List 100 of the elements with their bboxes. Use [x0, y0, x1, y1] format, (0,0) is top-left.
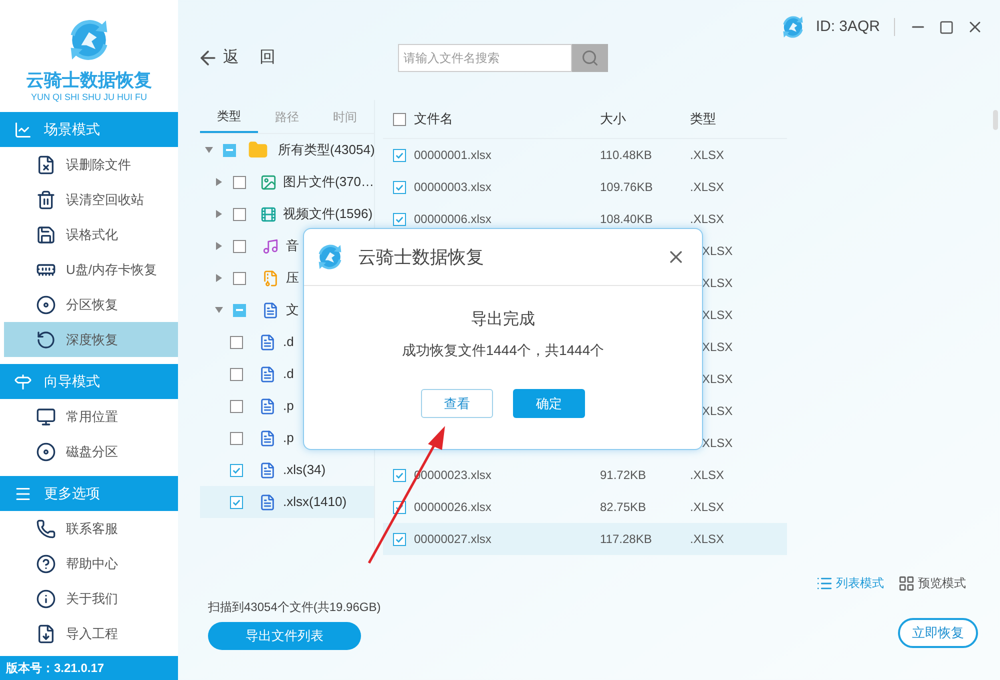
- checkmark-icon: [395, 502, 404, 512]
- search-icon: [581, 49, 600, 67]
- column-header: 文件名: [414, 110, 454, 128]
- file-type-cell-text: XLSX: [702, 371, 733, 388]
- tree-item-label[interactable]: 压: [286, 268, 299, 288]
- checkbox[interactable]: [230, 496, 243, 508]
- checkbox[interactable]: [233, 272, 246, 284]
- info-icon: [36, 588, 56, 608]
- document-icon: [258, 430, 276, 446]
- tree-tab[interactable]: 类型: [200, 100, 258, 133]
- document-icon: [262, 302, 278, 318]
- checkbox[interactable]: [233, 304, 246, 316]
- maximize-icon[interactable]: [939, 20, 954, 34]
- file-type-cell-text: XLSX: [702, 243, 733, 260]
- help-icon: [36, 554, 56, 574]
- expand-arrow-icon[interactable]: [215, 274, 223, 282]
- collapse-arrow-icon[interactable]: [205, 146, 213, 154]
- import-icon: [36, 624, 56, 644]
- sidebar-item[interactable]: U盘/内存卡恢复: [4, 252, 178, 287]
- sidebar-item[interactable]: 关于我们: [4, 581, 178, 616]
- tree-item-label[interactable]: .p: [283, 428, 294, 448]
- expand-arrow-icon[interactable]: [215, 210, 223, 218]
- checkbox[interactable]: [223, 144, 236, 156]
- checkbox[interactable]: [393, 112, 406, 126]
- file-size-cell-text: 82.75KB: [600, 499, 648, 516]
- sidebar-item[interactable]: 误删除文件: [4, 147, 178, 182]
- tree-item-label[interactable]: 所有类型(43054): [278, 140, 375, 160]
- video-icon: [260, 206, 277, 222]
- document-icon: [258, 366, 276, 382]
- file-name-cell-text: 00000027.xlsx: [414, 531, 492, 548]
- checkbox[interactable]: [230, 432, 243, 444]
- sidebar-item[interactable]: 分区恢复: [4, 287, 178, 322]
- view-button[interactable]: 查看: [421, 389, 493, 418]
- checkbox[interactable]: [230, 336, 243, 348]
- file-type-cell-text: .XLSX: [690, 531, 724, 548]
- file-size-cell-text: 117.28KB: [600, 531, 653, 548]
- checkbox[interactable]: [393, 212, 406, 226]
- checkbox[interactable]: [233, 176, 246, 188]
- version-label: 版本号：3.21.0.17: [6, 660, 104, 677]
- file-delete-icon: [36, 154, 56, 174]
- checkbox[interactable]: [393, 532, 406, 546]
- music-icon: [262, 238, 278, 254]
- checkbox[interactable]: [233, 208, 246, 220]
- file-name-cell-text: 00000026.xlsx: [414, 499, 492, 516]
- checkbox[interactable]: [230, 368, 243, 380]
- checkmark-icon: [395, 214, 404, 224]
- file-type-cell-text: .XLSX: [690, 467, 724, 484]
- tree-item-label[interactable]: 文: [286, 300, 299, 320]
- sidebar-item[interactable]: 磁盘分区: [4, 434, 178, 469]
- file-type-cell-text: XLSX: [702, 307, 733, 324]
- checkbox[interactable]: [233, 240, 246, 252]
- column-header: 类型: [690, 110, 716, 128]
- collapse-arrow-icon[interactable]: [215, 306, 223, 314]
- checkbox[interactable]: [230, 464, 243, 476]
- expand-arrow-icon[interactable]: [215, 242, 223, 250]
- tree-item-label[interactable]: .d: [283, 332, 294, 352]
- document-icon: [258, 494, 276, 510]
- file-type-cell-text: XLSX: [702, 275, 733, 292]
- user-id: ID: 3AQR: [816, 16, 880, 37]
- sidebar-item[interactable]: 误格式化: [4, 217, 178, 252]
- document-icon: [258, 398, 276, 414]
- archive-icon: [262, 270, 278, 286]
- monitor-icon: [36, 406, 56, 426]
- file-size-cell-text: 109.76KB: [600, 179, 654, 196]
- scan-summary: 扫描到43054个文件(共19.96GB): [208, 599, 381, 616]
- tree-item-label[interactable]: 图片文件(370…: [283, 172, 374, 192]
- signpost-icon: [14, 372, 32, 390]
- tree-item-label[interactable]: 视频文件(1596): [283, 204, 373, 224]
- chart-icon: [14, 120, 32, 138]
- view-mode-toggle[interactable]: 预览模式: [898, 574, 966, 592]
- search-field[interactable]: 请输入文件名搜索: [398, 44, 572, 72]
- sidebar-item[interactable]: 误清空回收站: [4, 182, 178, 217]
- sidebar-item[interactable]: 常用位置: [4, 399, 178, 434]
- tree-item-label[interactable]: .d: [283, 364, 294, 384]
- grid-icon: [898, 574, 915, 592]
- checkbox[interactable]: [393, 180, 406, 194]
- tree-item-label[interactable]: .p: [283, 396, 294, 416]
- checkbox[interactable]: [230, 400, 243, 412]
- recover-now-button[interactable]: 立即恢复: [898, 618, 978, 648]
- disk-icon: [36, 294, 56, 314]
- sidebar-item[interactable]: 联系客服: [4, 511, 178, 546]
- sidebar-item[interactable]: 深度恢复: [4, 322, 178, 357]
- file-size-cell-text: 91.72KB: [600, 467, 648, 484]
- tree-item-label[interactable]: .xls(34): [283, 460, 326, 480]
- file-type-cell-text: .XLSX: [690, 179, 724, 196]
- column-header: 大小: [600, 110, 627, 128]
- search-button[interactable]: [572, 44, 608, 72]
- checkmark-icon: [395, 150, 404, 160]
- disk-icon: [36, 442, 56, 462]
- tree-item-label[interactable]: 音: [286, 236, 299, 256]
- sidebar-item[interactable]: 导入工程: [4, 616, 178, 651]
- scrollbar[interactable]: [993, 110, 998, 130]
- checkbox[interactable]: [393, 148, 406, 162]
- back-button[interactable]: 返 回: [197, 46, 276, 70]
- expand-arrow-icon[interactable]: [215, 178, 223, 186]
- checkbox[interactable]: [393, 468, 406, 482]
- sidebar-item[interactable]: 帮助中心: [4, 546, 178, 581]
- file-size-cell-text: 110.48KB: [600, 147, 653, 164]
- checkmark-icon: [395, 470, 404, 480]
- checkmark-icon: [232, 466, 241, 474]
